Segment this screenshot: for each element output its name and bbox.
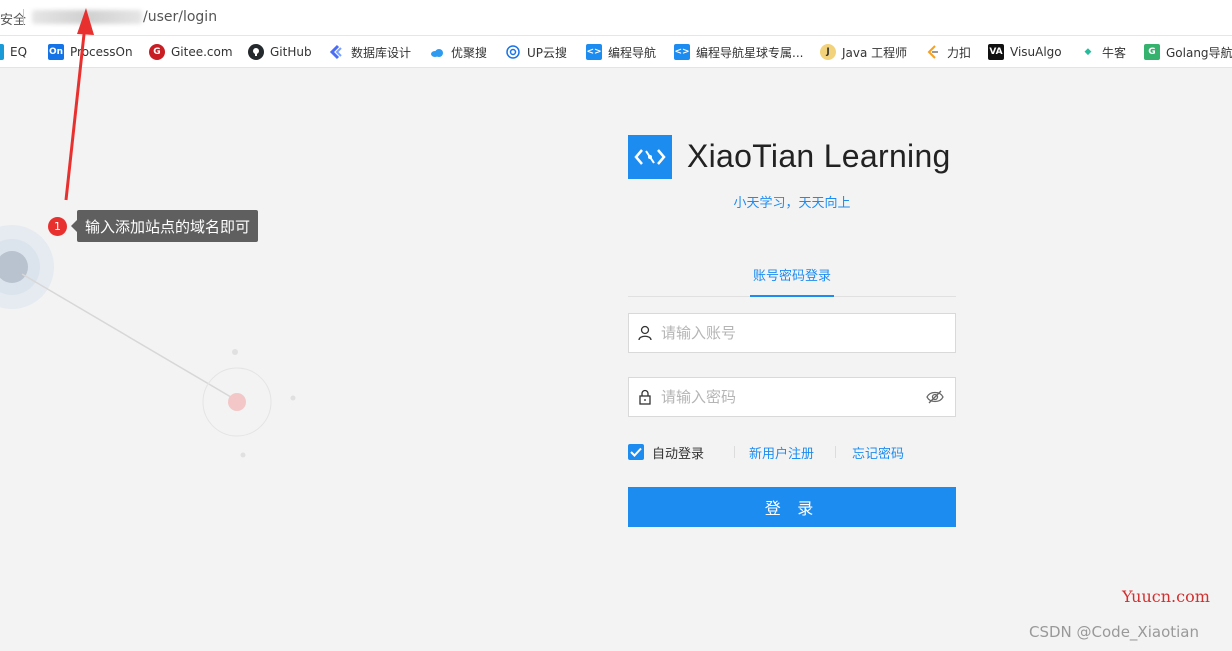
- code-nav-icon: <>: [674, 44, 690, 60]
- username-input[interactable]: [661, 314, 955, 352]
- golang-icon: G: [1144, 44, 1160, 60]
- bookmark-label: 力扣: [947, 45, 972, 60]
- visualgo-icon: VA: [988, 44, 1004, 60]
- bookmark-label: 编程导航: [608, 45, 657, 60]
- remember-label[interactable]: 自动登录: [652, 443, 704, 462]
- bookmark-golang[interactable]: G Golang导航: [1144, 42, 1232, 62]
- bookmark-label: 编程导航星球专属...: [696, 45, 804, 60]
- bookmark-leetcode[interactable]: 力扣: [925, 42, 971, 62]
- forgot-password-link[interactable]: 忘记密码: [852, 443, 904, 462]
- login-tabs: 账号密码登录: [628, 262, 956, 297]
- bookmark-java[interactable]: J Java 工程师: [820, 42, 907, 62]
- tab-account-password[interactable]: 账号密码登录: [750, 265, 834, 297]
- nowcoder-icon: ◆: [1084, 47, 1092, 57]
- options-divider: [734, 446, 735, 458]
- bookmark-up-search[interactable]: UP云搜: [505, 42, 567, 62]
- graph-node-pink: [228, 393, 246, 411]
- bookmark-code-nav[interactable]: <> 编程导航: [586, 42, 656, 62]
- bookmark-nowcoder[interactable]: ◆ 牛客: [1080, 42, 1126, 62]
- lock-icon: [629, 378, 661, 416]
- java-icon: J: [820, 44, 836, 60]
- remember-checkbox[interactable]: [628, 444, 644, 460]
- leetcode-icon: [925, 44, 941, 60]
- graph-dot: [240, 452, 246, 458]
- logo-icon: [628, 135, 672, 179]
- login-options: 自动登录 新用户注册 忘记密码: [628, 442, 956, 462]
- bookmark-youjusou[interactable]: 优聚搜: [429, 42, 487, 62]
- password-field[interactable]: [628, 377, 956, 417]
- graph-dot: [290, 395, 296, 401]
- cloud-icon: [429, 44, 445, 60]
- bookmark-visualgo[interactable]: VA VisuAlgo: [988, 42, 1062, 62]
- bookmark-label: Golang导航: [1166, 45, 1232, 60]
- bookmark-label: VisuAlgo: [1010, 45, 1062, 59]
- site-watermark: Yuucn.com: [1122, 587, 1210, 606]
- code-nav-icon: <>: [586, 44, 602, 60]
- brand-title: XiaoTian Learning: [687, 138, 951, 174]
- bookmark-label: 优聚搜: [451, 45, 488, 60]
- user-icon: [629, 314, 661, 352]
- bookmark-code-nav-planet[interactable]: <> 编程导航星球专属...: [674, 42, 803, 62]
- options-divider: [835, 446, 836, 458]
- decorative-graph: [0, 225, 296, 458]
- author-watermark: CSDN @Code_Xiaotian: [1029, 623, 1199, 641]
- graph-dot: [232, 349, 238, 355]
- password-input[interactable]: [661, 378, 915, 416]
- annotation-tooltip: 输入添加站点的域名即可: [70, 210, 259, 242]
- graph-edge: [21, 273, 237, 401]
- username-field[interactable]: [628, 313, 956, 353]
- brand-slogan: 小天学习，天天向上: [733, 196, 851, 211]
- bookmark-label: Java 工程师: [842, 45, 908, 60]
- search-icon: [505, 44, 521, 60]
- eye-slash-icon[interactable]: [915, 378, 955, 416]
- annotation-badge: 1: [48, 217, 67, 236]
- login-button[interactable]: 登 录: [628, 487, 956, 527]
- bookmark-label: 牛客: [1102, 45, 1127, 60]
- bookmark-label: UP云搜: [527, 45, 568, 60]
- register-link[interactable]: 新用户注册: [749, 443, 814, 462]
